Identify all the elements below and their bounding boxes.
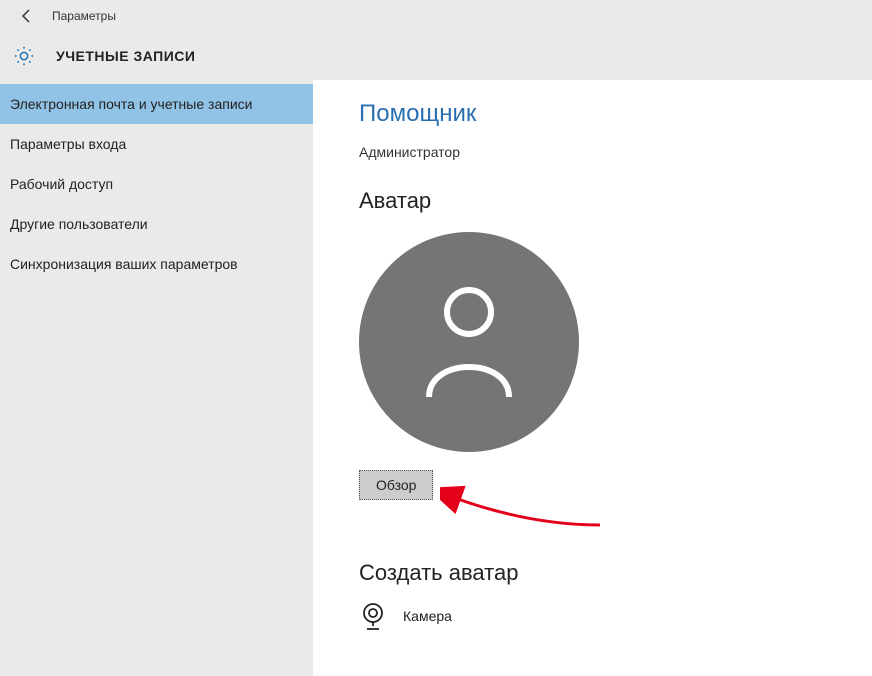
sidebar-item-signin-options[interactable]: Параметры входа [0,124,313,164]
person-icon [414,282,524,402]
account-role: Администратор [359,144,842,160]
sidebar-item-work-access[interactable]: Рабочий доступ [0,164,313,204]
avatar-placeholder [359,232,579,452]
sidebar-item-other-users[interactable]: Другие пользователи [0,204,313,244]
avatar-heading: Аватар [359,188,842,214]
main-panel: Помощник Администратор Аватар Обзор Созд… [313,80,872,676]
browse-button[interactable]: Обзор [359,470,433,500]
create-avatar-heading: Создать аватар [359,560,842,586]
gear-icon [12,44,36,68]
sidebar-item-label: Другие пользователи [10,216,148,232]
browse-button-label: Обзор [376,477,416,493]
camera-icon [359,602,387,630]
sidebar-item-label: Рабочий доступ [10,176,113,192]
camera-label: Камера [403,608,452,624]
sidebar-item-label: Синхронизация ваших параметров [10,256,238,272]
sidebar-item-label: Параметры входа [10,136,126,152]
sidebar-item-label: Электронная почта и учетные записи [10,96,252,112]
sidebar: Электронная почта и учетные записи Парам… [0,80,313,676]
sidebar-item-email-accounts[interactable]: Электронная почта и учетные записи [0,84,313,124]
titlebar: Параметры [0,0,872,32]
camera-option[interactable]: Камера [359,602,842,630]
sidebar-item-sync-settings[interactable]: Синхронизация ваших параметров [0,244,313,284]
header-bar: УЧЕТНЫЕ ЗАПИСИ [0,32,872,80]
back-button[interactable] [12,1,42,31]
window-title: Параметры [52,9,116,23]
account-username: Помощник [359,100,842,128]
page-heading: УЧЕТНЫЕ ЗАПИСИ [56,48,195,64]
